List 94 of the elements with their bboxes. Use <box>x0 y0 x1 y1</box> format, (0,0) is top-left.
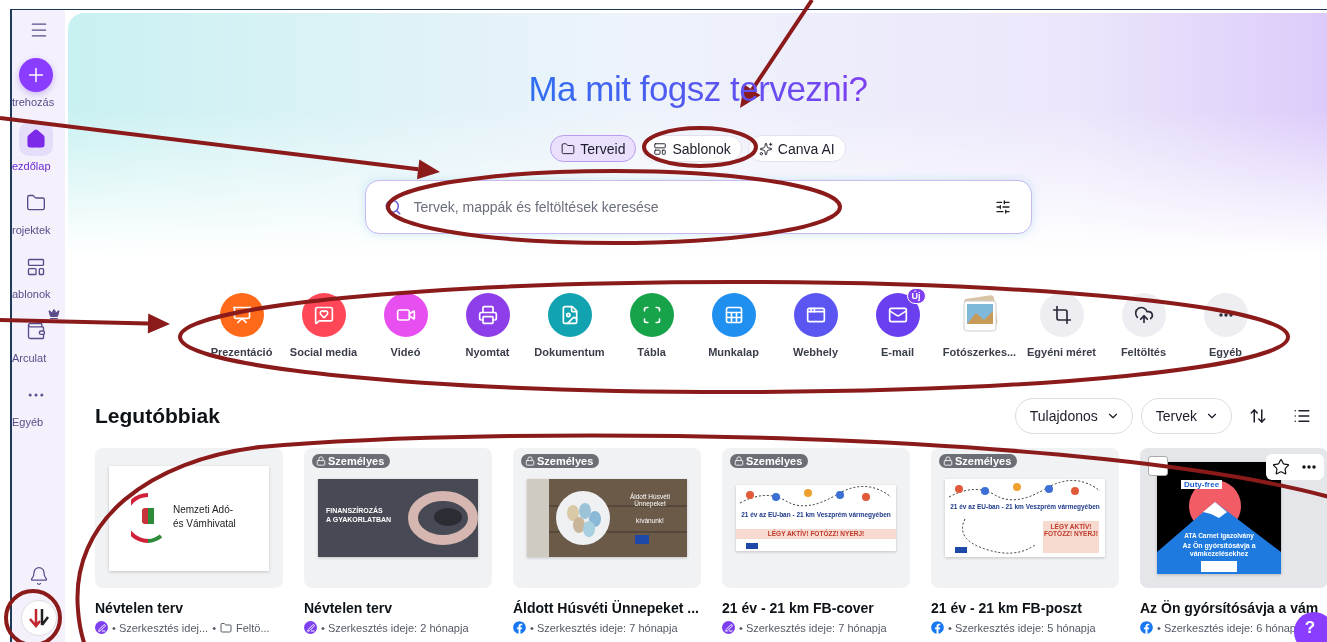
star-icon <box>1272 458 1290 476</box>
search-scope-tab[interactable]: Canva AI <box>747 135 846 162</box>
design-type-label[interactable]: Munkalap <box>708 346 759 358</box>
sidebar-label[interactable]: trehozás <box>12 96 55 108</box>
sidebar-label[interactable]: Egyéb <box>12 416 44 428</box>
search-icon <box>383 198 402 216</box>
thumbnail-text: Duty-free <box>1181 480 1223 490</box>
edit-pencil-icon <box>304 621 317 634</box>
personal-badge: Személyes <box>939 454 1018 468</box>
design-meta: • Szerkesztés ideje: 7 hónapja <box>530 621 678 634</box>
filter-dropdown[interactable]: Tervek <box>1140 398 1232 434</box>
personal-badge: Személyes <box>312 454 391 468</box>
design-card[interactable]: Nemzeti Adó- és Vámhivatal <box>95 448 283 588</box>
design-type-label[interactable]: Social media <box>289 346 358 358</box>
design-type-button[interactable] <box>1121 293 1166 337</box>
search-scope-tab[interactable]: Terveid <box>550 135 637 162</box>
design-type-button[interactable] <box>793 293 838 337</box>
personal-badge: Személyes <box>521 454 600 468</box>
new-badge: Új <box>906 288 926 304</box>
edit-pencil-icon <box>95 621 108 634</box>
sidebar-label[interactable]: ezdőlap <box>12 160 51 172</box>
design-meta: • Szerkesztés ideje: 7 hónapja <box>739 621 887 634</box>
design-type-button[interactable] <box>1203 293 1248 337</box>
design-type-label[interactable]: Webhely <box>793 346 838 358</box>
design-meta: • Szerkesztés idej... <box>112 621 209 634</box>
design-type-label[interactable]: Egyéni méret <box>1026 346 1097 358</box>
design-type-button[interactable] <box>465 293 510 337</box>
emblem-icon <box>131 491 165 544</box>
lock-icon <box>734 456 744 466</box>
facebook-icon <box>1140 621 1153 634</box>
design-title[interactable]: 21 év - 21 km FB-cover <box>722 600 910 616</box>
design-type-button[interactable] <box>219 293 264 337</box>
presentation-icon <box>231 305 252 325</box>
search-bar[interactable]: Tervek, mappák és feltöltések keresése <box>364 180 1032 234</box>
design-title[interactable]: Névtelen terv <box>95 600 283 616</box>
design-type-label[interactable]: Nyomtat <box>465 346 510 358</box>
design-meta: Feltö... <box>236 621 270 634</box>
search-field[interactable]: Tervek, mappák és feltöltések keresése <box>411 198 985 216</box>
resize-icon <box>1051 305 1072 325</box>
upload-icon <box>1133 305 1154 325</box>
design-type-label[interactable]: Fotószerkes... <box>942 346 1017 358</box>
design-type-button[interactable] <box>383 293 428 337</box>
design-type-label[interactable]: Dokumentum <box>534 346 605 358</box>
design-meta: • Szerkesztés ideje: 5 hónapja <box>948 621 1096 634</box>
sidebar-label[interactable]: Arculat <box>12 352 47 364</box>
board-icon <box>641 305 662 325</box>
design-type-label[interactable]: E-mail <box>881 346 914 358</box>
help-button[interactable]: ? <box>1294 612 1327 642</box>
account-avatar[interactable] <box>20 600 57 636</box>
thumbnail-text: Nemzeti Adó- <box>173 503 234 515</box>
more-icon <box>1302 465 1316 469</box>
design-title[interactable]: Névtelen terv <box>304 600 492 616</box>
search-scope-tab[interactable]: Sablonok <box>642 135 742 162</box>
design-type-label[interactable]: Egyéb <box>1209 346 1242 358</box>
sidebar-item-icon[interactable] <box>19 58 53 92</box>
design-meta: • Szerkesztés ideje: 2 hónapja <box>321 621 469 634</box>
design-meta: • Szerkesztés ideje: 6 hónap <box>1157 621 1296 634</box>
design-type-label[interactable]: Prezentáció <box>210 346 273 358</box>
list-icon <box>1293 407 1311 425</box>
design-type-button[interactable] <box>301 293 346 337</box>
lock-icon <box>316 456 326 466</box>
folder-icon <box>220 621 233 634</box>
facebook-icon <box>931 621 944 634</box>
design-title[interactable]: Áldott Húsvéti Ünnepeket ... <box>513 600 701 616</box>
design-meta: • <box>212 621 217 634</box>
sort-icon <box>1249 407 1267 425</box>
design-type-label[interactable]: Tábla <box>637 346 666 358</box>
email-icon <box>887 305 908 325</box>
social-icon <box>313 305 334 325</box>
sidebar-label[interactable]: ablonok <box>12 288 51 300</box>
design-type-label[interactable]: Videó <box>390 346 421 358</box>
section-heading: Legutóbbiak <box>95 404 220 428</box>
lock-icon <box>943 456 953 466</box>
sheet-icon <box>723 305 744 325</box>
facebook-icon <box>513 621 526 634</box>
design-type-button[interactable] <box>1039 293 1084 337</box>
sidebar-item-icon[interactable] <box>19 122 53 156</box>
personal-badge: Személyes <box>730 454 809 468</box>
filter-icon[interactable] <box>994 199 1011 215</box>
folder-icon <box>561 141 576 156</box>
layout-icon <box>653 141 668 156</box>
more-icon <box>1218 313 1233 317</box>
notification-bell-icon[interactable] <box>28 566 49 586</box>
edit-pencil-icon <box>722 621 735 634</box>
design-title[interactable]: 21 év - 21 km FB-poszt <box>931 600 1119 616</box>
web-icon <box>805 305 826 325</box>
crown-icon <box>48 308 60 320</box>
lock-icon <box>525 456 535 466</box>
design-type-label[interactable]: Feltöltés <box>1120 346 1167 358</box>
thumbnail-text: és Vámhivatal <box>173 517 236 529</box>
print-icon <box>477 305 498 325</box>
filter-dropdown[interactable]: Tulajdonos <box>1014 398 1133 434</box>
sidebar-label[interactable]: rojektek <box>12 224 51 236</box>
sparkle-icon <box>758 141 773 156</box>
